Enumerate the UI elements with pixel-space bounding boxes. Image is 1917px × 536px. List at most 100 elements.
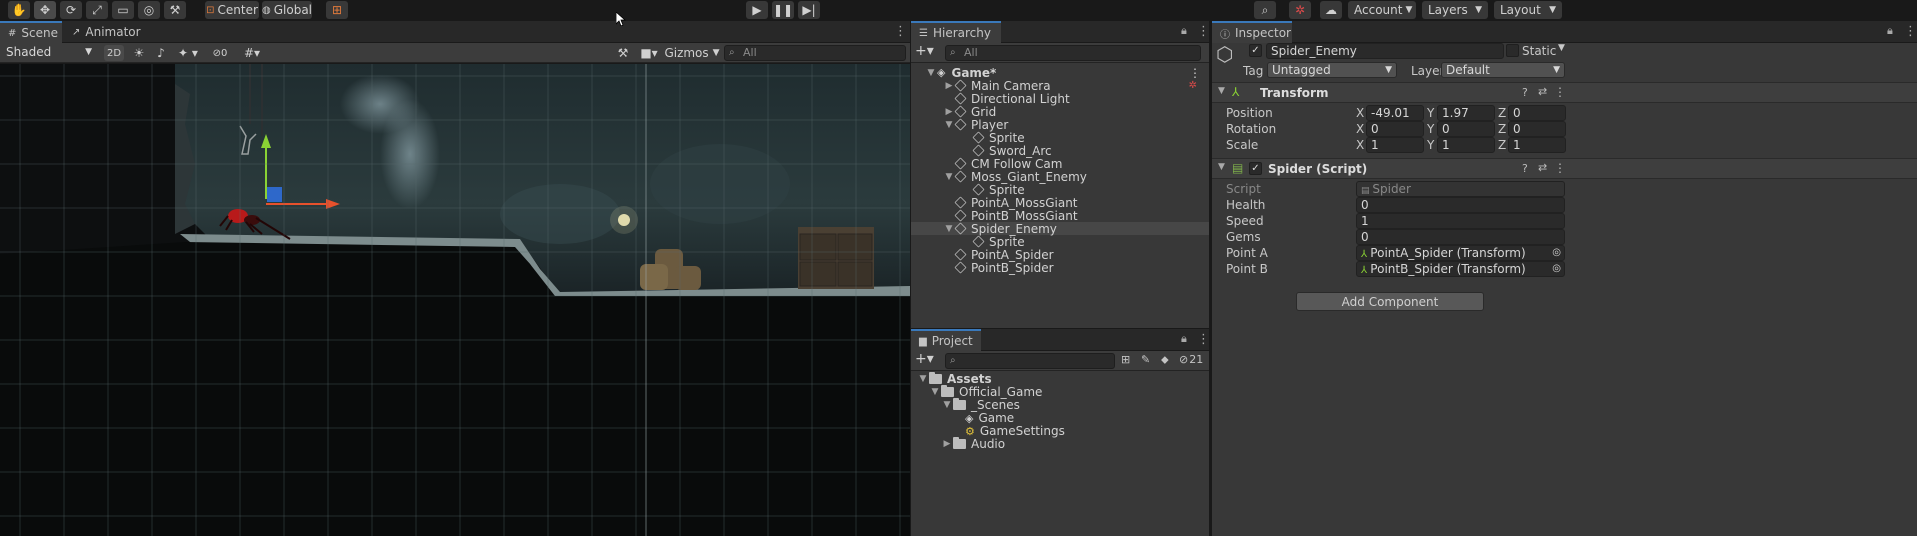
2d-toggle[interactable]: 2D: [104, 45, 124, 61]
hierarchy-item[interactable]: ▼ Player: [911, 118, 1209, 132]
tab-animator[interactable]: ↗ Animator: [64, 21, 141, 43]
tools-icon[interactable]: ⚒: [614, 45, 632, 61]
more-options-icon[interactable]: ⋮: [1197, 24, 1210, 39]
hidden-packages-toggle[interactable]: ⊘ 21: [1179, 353, 1203, 366]
scale-tool-icon[interactable]: ⤢: [86, 1, 108, 19]
rotate-tool-icon[interactable]: ⟳: [60, 1, 82, 19]
transform-x-field[interactable]: 0: [1366, 121, 1424, 137]
create-button[interactable]: +▾: [915, 43, 934, 59]
search-by-label-icon[interactable]: ✎: [1141, 353, 1150, 366]
expanded-arrow-icon[interactable]: ▼: [943, 224, 955, 234]
audio-icon[interactable]: ♪: [152, 45, 170, 61]
transform-x-field[interactable]: 1: [1366, 137, 1424, 153]
object-name-field[interactable]: Spider_Enemy: [1266, 43, 1504, 59]
axis-label-z[interactable]: Z: [1498, 138, 1506, 152]
axis-label-y[interactable]: Y: [1427, 138, 1434, 152]
pivot-mode-button[interactable]: ⊡ Center: [205, 1, 259, 19]
active-checkbox[interactable]: ✓: [1249, 44, 1262, 57]
layer-dropdown[interactable]: Default ▼: [1441, 62, 1565, 78]
axis-label-y[interactable]: Y: [1427, 106, 1434, 120]
pause-button[interactable]: ❚❚: [772, 1, 794, 19]
hierarchy-item[interactable]: Directional Light: [911, 92, 1209, 106]
object-picker-icon[interactable]: ◎: [1552, 246, 1561, 260]
hierarchy-item[interactable]: ▶ Grid: [911, 105, 1209, 119]
project-search-input[interactable]: ⌕: [945, 353, 1115, 369]
transform-y-field[interactable]: 0: [1437, 121, 1495, 137]
hierarchy-item[interactable]: Sword_Arc: [911, 144, 1209, 158]
layout-dropdown[interactable]: Layout ▼: [1494, 1, 1562, 19]
transform-z-field[interactable]: 0: [1508, 105, 1566, 121]
component-menu-icon[interactable]: ⋮: [1554, 85, 1566, 99]
tab-hierarchy[interactable]: ☰ Hierarchy: [911, 21, 1001, 43]
axis-label-x[interactable]: X: [1356, 122, 1364, 136]
step-button[interactable]: ▶|: [798, 1, 820, 19]
search-icon[interactable]: ⌕: [1254, 1, 1276, 19]
hand-tool-icon[interactable]: ✋: [8, 1, 30, 19]
play-button[interactable]: ▶: [746, 1, 768, 19]
more-options-icon[interactable]: ⋮: [1197, 332, 1210, 347]
hierarchy-item[interactable]: Sprite: [911, 183, 1209, 197]
transform-x-field[interactable]: -49.01: [1366, 105, 1424, 121]
transform-z-field[interactable]: 1: [1508, 137, 1566, 153]
account-dropdown[interactable]: Account ▼: [1348, 1, 1416, 19]
project-item[interactable]: ▶ Audio: [941, 436, 1005, 452]
lock-icon[interactable]: 🔒︎: [1181, 332, 1187, 346]
more-options-icon[interactable]: ⋮: [1189, 66, 1201, 80]
create-button[interactable]: +▾: [915, 351, 934, 367]
transform-y-field[interactable]: 1: [1437, 137, 1495, 153]
hierarchy-item[interactable]: ▶ Main Camera ✲: [911, 79, 1209, 93]
hierarchy-item[interactable]: PointA_Spider: [911, 248, 1209, 262]
script-field-value[interactable]: 0: [1356, 197, 1565, 213]
more-options-icon[interactable]: ⋮: [1904, 24, 1917, 39]
transform-header[interactable]: ▼ ⅄ Transform ? ⇄ ⋮: [1212, 82, 1917, 103]
collapsed-arrow-icon[interactable]: ▶: [943, 107, 955, 117]
lock-icon[interactable]: 🔒︎: [1887, 24, 1893, 38]
lighting-icon[interactable]: ☀: [130, 45, 148, 61]
camera-icon[interactable]: ■▾: [634, 45, 664, 61]
axis-label-x[interactable]: X: [1356, 106, 1364, 120]
tab-scene[interactable]: # Scene: [0, 21, 62, 43]
expanded-arrow-icon[interactable]: ▼: [929, 387, 941, 397]
chevron-down-icon[interactable]: ▼: [1558, 43, 1565, 53]
rect-tool-icon[interactable]: ▭: [112, 1, 134, 19]
hidden-objects-toggle[interactable]: ⊘ 0: [206, 45, 234, 61]
shading-dropdown[interactable]: Shaded ▼: [2, 45, 96, 61]
hierarchy-item[interactable]: PointB_MossGiant: [911, 209, 1209, 223]
hierarchy-item[interactable]: PointA_MossGiant: [911, 196, 1209, 210]
tab-inspector[interactable]: ⓘ Inspector: [1212, 21, 1292, 43]
hierarchy-item[interactable]: CM Follow Cam: [911, 157, 1209, 171]
component-menu-icon[interactable]: ⋮: [1554, 161, 1566, 175]
axis-label-x[interactable]: X: [1356, 138, 1364, 152]
hierarchy-item[interactable]: ▼ Moss_Giant_Enemy: [911, 170, 1209, 184]
transform-tool-icon[interactable]: ◎: [138, 1, 160, 19]
axis-label-z[interactable]: Z: [1498, 122, 1506, 136]
expanded-arrow-icon[interactable]: ▶: [941, 439, 953, 449]
cloud-icon[interactable]: ☁: [1320, 1, 1342, 19]
transform-z-field[interactable]: 0: [1508, 121, 1566, 137]
tag-dropdown[interactable]: Untagged ▼: [1267, 62, 1397, 78]
script-enabled-checkbox[interactable]: ✓: [1249, 162, 1262, 175]
axis-label-z[interactable]: Z: [1498, 106, 1506, 120]
hierarchy-item[interactable]: PointB_Spider: [911, 261, 1209, 275]
hierarchy-item[interactable]: ▼ ◈ Game* ⋮: [911, 66, 1209, 80]
preset-icon[interactable]: ⇄: [1538, 161, 1547, 174]
help-icon[interactable]: ?: [1522, 162, 1528, 175]
more-options-icon[interactable]: ⋮: [894, 24, 907, 39]
tab-project[interactable]: ▆ Project: [911, 329, 981, 351]
lock-icon[interactable]: 🔒︎: [1181, 24, 1187, 38]
object-picker-icon[interactable]: ◎: [1552, 262, 1561, 276]
spider-script-header[interactable]: ▼ ▤ ✓ Spider (Script) ? ⇄ ⋮: [1212, 158, 1917, 179]
favorites-icon[interactable]: ⬥: [1161, 353, 1169, 367]
expanded-arrow-icon[interactable]: ▼: [917, 374, 929, 384]
add-component-button[interactable]: Add Component: [1296, 292, 1484, 311]
hierarchy-item[interactable]: Sprite: [911, 235, 1209, 249]
gizmos-dropdown[interactable]: Gizmos ▼: [664, 45, 719, 61]
expanded-arrow-icon[interactable]: ▼: [941, 400, 953, 410]
expanded-arrow-icon[interactable]: ▼: [925, 68, 937, 78]
expanded-arrow-icon[interactable]: ▼: [943, 172, 955, 182]
preset-icon[interactable]: ⇄: [1538, 85, 1547, 98]
custom-tool-icon[interactable]: ⚒: [164, 1, 186, 19]
effects-icon[interactable]: ✦ ▾: [174, 45, 202, 61]
grid-snap-icon[interactable]: ⊞: [326, 1, 348, 19]
grid-visibility-icon[interactable]: #▾: [236, 45, 268, 61]
